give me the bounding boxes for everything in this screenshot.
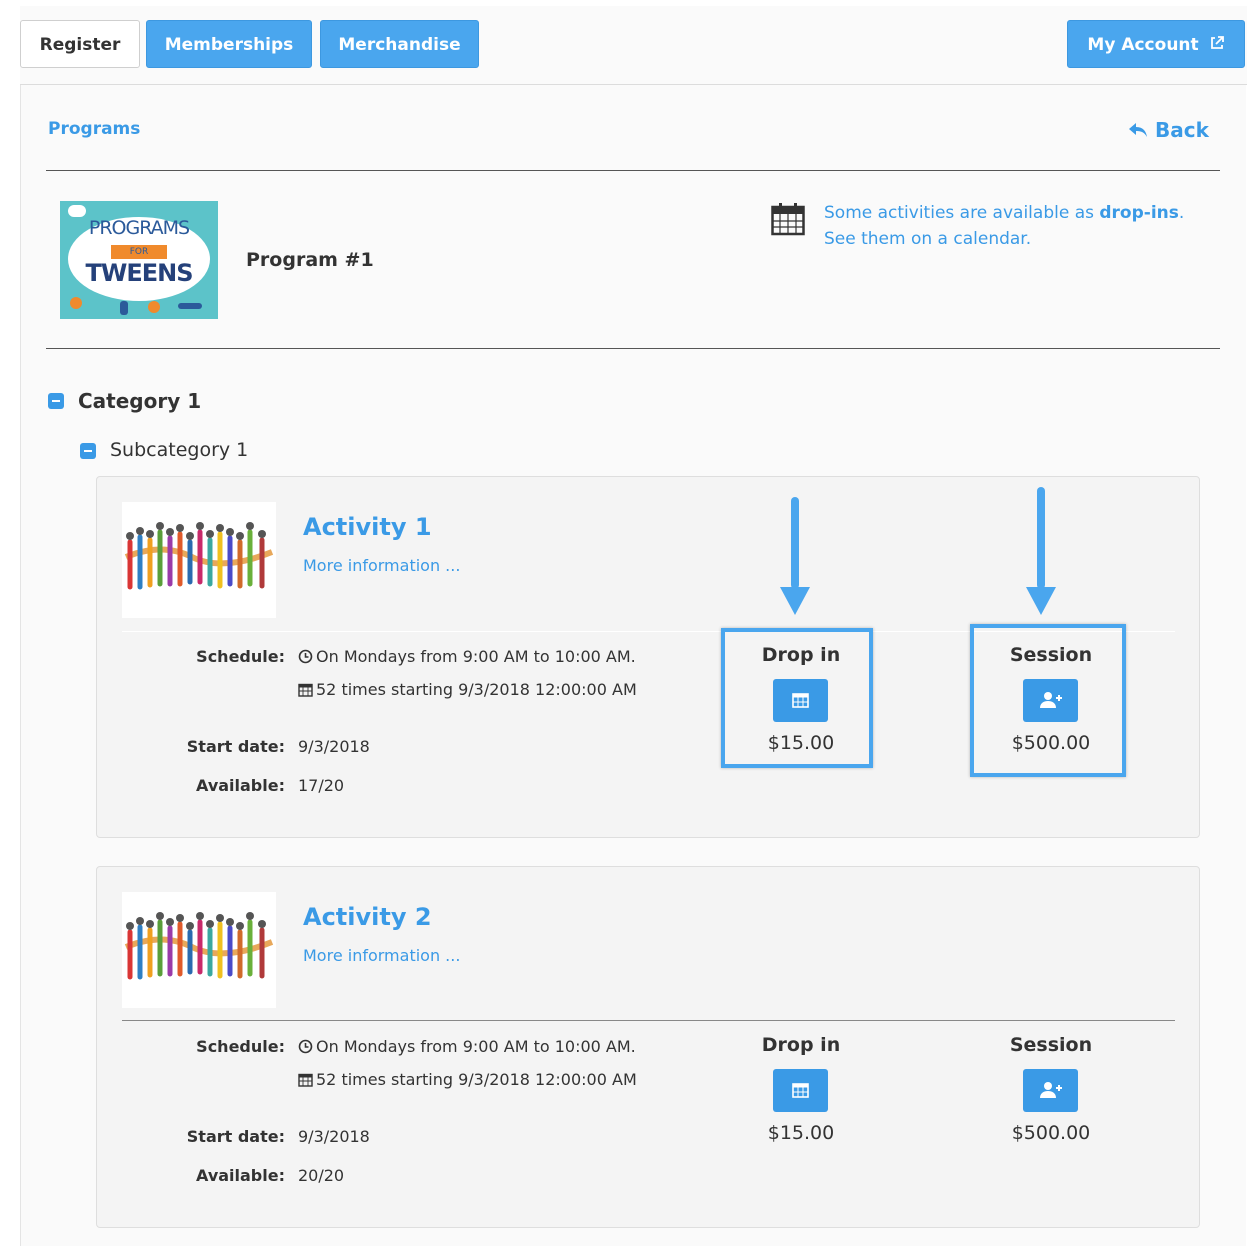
start-date-label: Start date:: [186, 737, 285, 756]
session-price: $500.00: [1011, 1122, 1091, 1144]
arrow-down-icon: [780, 587, 810, 615]
user-plus-icon: [1040, 1082, 1062, 1098]
drop-in-highlight-box: [721, 628, 873, 768]
logo-text-1: PROGRAMS: [88, 217, 190, 239]
activity-image: [122, 892, 276, 1008]
dropin-notice-suffix: .: [1178, 203, 1185, 223]
dropin-notice-text: Some activities are available as: [824, 203, 1100, 223]
dropin-notice-bold: drop-ins: [1099, 203, 1179, 223]
calendar-icon: [771, 203, 805, 236]
schedule-line-2-text: 52 times starting 9/3/2018 12:00:00 AM: [316, 680, 637, 699]
session-header: Session: [1009, 1034, 1093, 1056]
dropin-notice: Some activities are available as drop-in…: [824, 203, 1184, 223]
session-register-button[interactable]: [1023, 1069, 1078, 1112]
drop-in-header: Drop in: [761, 1034, 841, 1056]
clock-icon: [298, 649, 313, 664]
logo-text-2: FOR: [111, 245, 167, 259]
drop-in-button[interactable]: [773, 1069, 828, 1112]
session-highlight-box: [970, 624, 1126, 777]
my-account-button[interactable]: My Account: [1067, 20, 1245, 68]
category-collapse-icon[interactable]: [48, 393, 64, 409]
drop-in-price: $15.00: [767, 1122, 835, 1144]
more-information-link[interactable]: More information ...: [303, 946, 460, 965]
back-label: Back: [1154, 118, 1209, 142]
divider-bottom: [46, 348, 1220, 349]
calendar-small-icon: [792, 1083, 809, 1098]
external-link-icon: [1210, 36, 1224, 49]
tab-register[interactable]: Register: [20, 20, 140, 68]
subcategory-collapse-icon[interactable]: [80, 443, 96, 459]
tab-merchandise[interactable]: Merchandise: [320, 20, 479, 68]
card-separator: [122, 1020, 1175, 1021]
arrow-down-icon: [1037, 487, 1045, 589]
arrow-down-icon: [791, 497, 799, 589]
available-value: 20/20: [298, 1166, 345, 1185]
available-label: Available:: [196, 1166, 285, 1185]
start-date-value: 9/3/2018: [298, 1127, 370, 1146]
calendar-link[interactable]: See them on a calendar.: [824, 229, 1031, 249]
available-value: 17/20: [298, 776, 345, 795]
schedule-line-1: On Mondays from 9:00 AM to 10:00 AM.: [298, 1037, 636, 1056]
reply-icon: [1129, 123, 1147, 137]
schedule-line-1-text: On Mondays from 9:00 AM to 10:00 AM.: [316, 1037, 636, 1056]
calendar-small-icon: [298, 1073, 313, 1087]
available-label: Available:: [196, 776, 285, 795]
start-date-label: Start date:: [186, 1127, 285, 1146]
activity-image: [122, 502, 276, 618]
subcategory-title: Subcategory 1: [110, 439, 249, 461]
breadcrumb-programs[interactable]: Programs: [48, 119, 140, 139]
schedule-label: Schedule:: [196, 647, 285, 666]
more-information-link[interactable]: More information ...: [303, 556, 460, 575]
arrow-down-icon: [1026, 587, 1056, 615]
schedule-line-1: On Mondays from 9:00 AM to 10:00 AM.: [298, 647, 636, 666]
activity-title[interactable]: Activity 1: [303, 513, 432, 541]
schedule-line-2: 52 times starting 9/3/2018 12:00:00 AM: [298, 1070, 637, 1089]
divider-top: [46, 170, 1220, 171]
logo-text-3: TWEENS: [85, 259, 193, 287]
category-title: Category 1: [78, 389, 202, 413]
activity-title[interactable]: Activity 2: [303, 903, 432, 931]
schedule-label: Schedule:: [196, 1037, 285, 1056]
tab-memberships[interactable]: Memberships: [146, 20, 312, 68]
calendar-small-icon: [298, 683, 313, 697]
clock-icon: [298, 1039, 313, 1054]
program-title: Program #1: [246, 249, 374, 271]
program-logo: PROGRAMS FOR TWEENS: [60, 201, 218, 319]
schedule-line-2-text: 52 times starting 9/3/2018 12:00:00 AM: [316, 1070, 637, 1089]
activity-card: Activity 2 More information ... Schedule…: [96, 866, 1200, 1228]
start-date-value: 9/3/2018: [298, 737, 370, 756]
my-account-label: My Account: [1087, 35, 1199, 55]
back-button[interactable]: Back: [1128, 118, 1209, 142]
schedule-line-2: 52 times starting 9/3/2018 12:00:00 AM: [298, 680, 637, 699]
schedule-line-1-text: On Mondays from 9:00 AM to 10:00 AM.: [316, 647, 636, 666]
